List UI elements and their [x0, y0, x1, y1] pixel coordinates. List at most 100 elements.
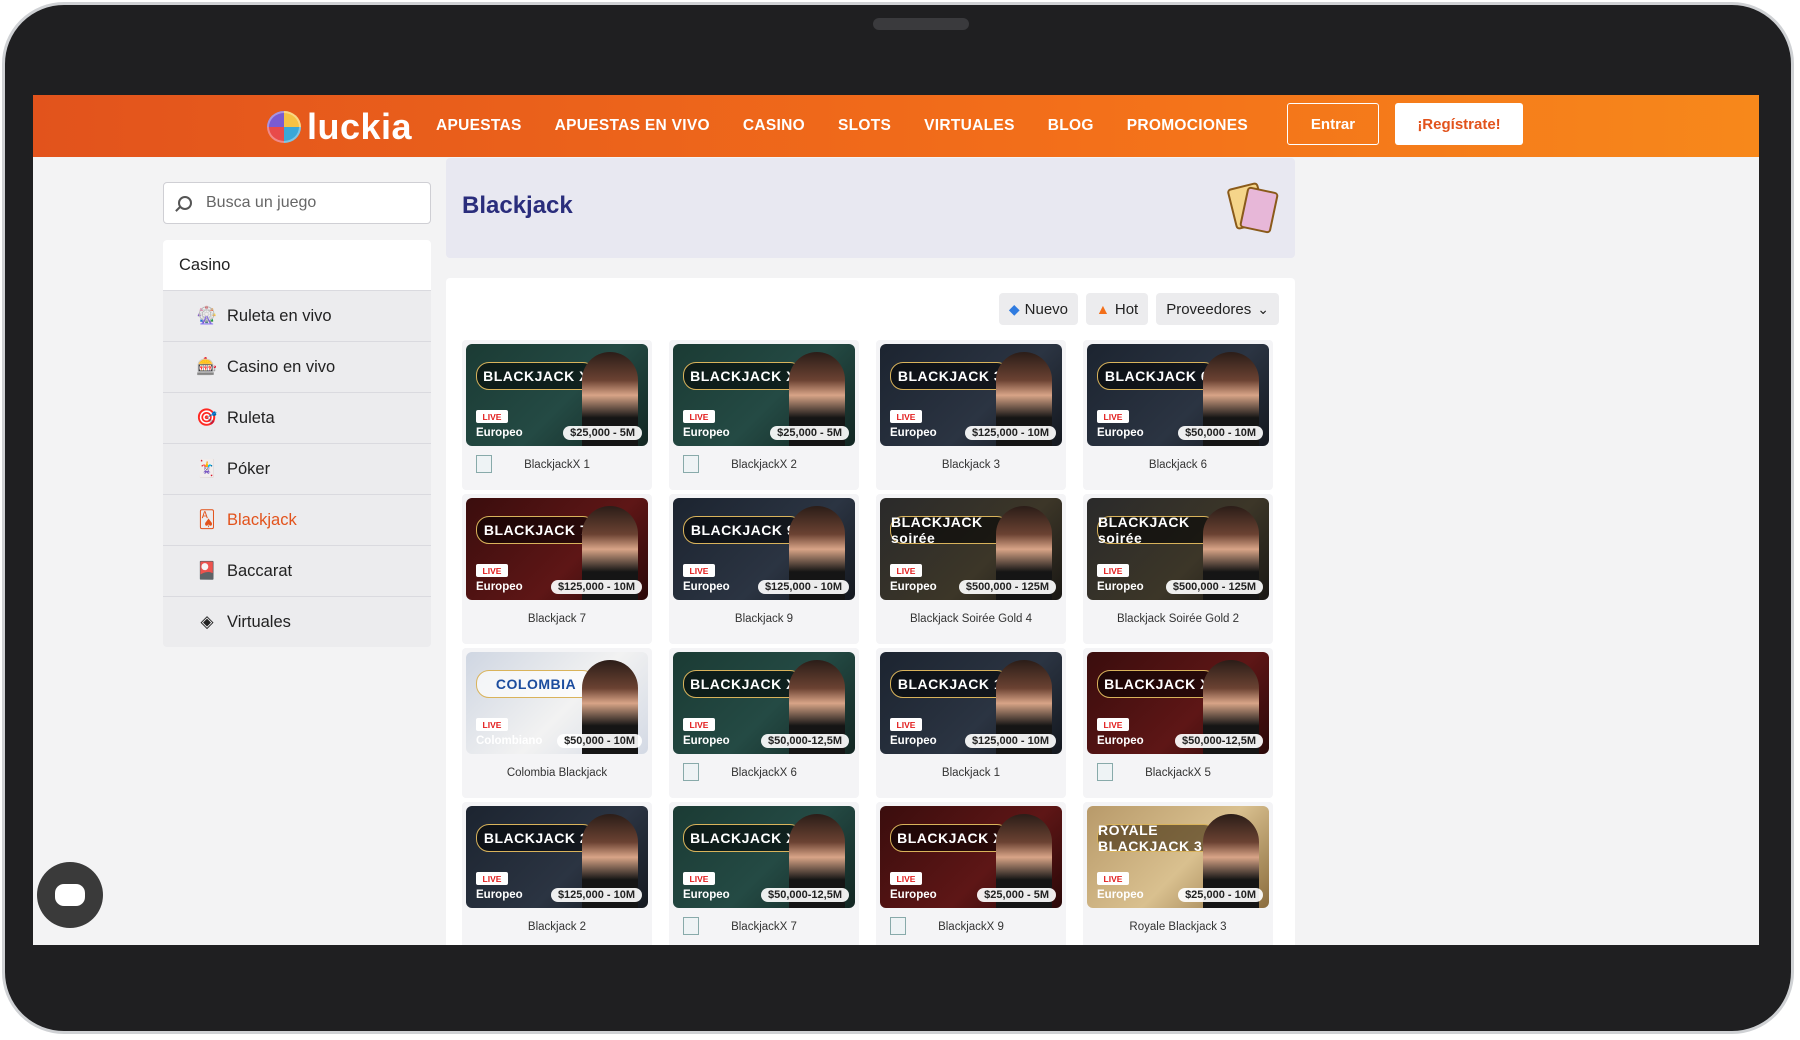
live-badge: LIVE	[890, 718, 922, 731]
game-card[interactable]: BLACKJACK X LIVE Europeo $25,000 - 5M Blackj…	[669, 340, 859, 490]
game-card[interactable]: BLACKJACK 6 LIVE Europeo $50,000 - 10M Black…	[1083, 340, 1273, 490]
game-name[interactable]: Blackjack 2	[462, 914, 652, 940]
game-thumbnail[interactable]: BLACKJACK 7 LIVE Europeo $125,000 - 10M	[466, 498, 648, 600]
game-card[interactable]: BLACKJACK X LIVE Europeo $50,000-12,5M Black…	[669, 802, 859, 945]
game-thumbnail[interactable]: BLACKJACK 6 LIVE Europeo $50,000 - 10M	[1087, 344, 1269, 446]
game-name[interactable]: Blackjack Soirée Gold 4	[876, 606, 1066, 632]
game-thumbnail[interactable]: BLACKJACK X LIVE Europeo $25,000 - 5M	[880, 806, 1062, 908]
category-banner: Blackjack	[446, 158, 1295, 258]
game-name[interactable]: Blackjack 6	[1083, 452, 1273, 478]
nav-blog[interactable]: BLOG	[1048, 117, 1094, 135]
search-input[interactable]	[204, 193, 408, 213]
live-badge: LIVE	[1097, 872, 1129, 885]
bet-range-badge: $25,000 - 5M	[563, 426, 642, 440]
filter-hot-label: Hot	[1114, 300, 1139, 318]
game-type-label: Europeo	[476, 889, 523, 901]
nav-promociones[interactable]: PROMOCIONES	[1127, 117, 1248, 135]
game-card[interactable]: BLACKJACK X LIVE Europeo $50,000-12,5M Black…	[669, 648, 859, 798]
nav-virtuales[interactable]: VIRTUALES	[924, 117, 1015, 135]
game-thumbnail[interactable]: BLACKJACK X LIVE Europeo $50,000-12,5M	[1087, 652, 1269, 754]
game-card[interactable]: BLACKJACK soirée LIVE Europeo $500,000 - 12…	[1083, 494, 1273, 644]
nav-apuestas[interactable]: APUESTAS	[436, 117, 522, 135]
bet-range-badge: $25,000 - 10M	[1178, 888, 1263, 902]
sidebar-item-label: Ruleta	[227, 408, 275, 427]
game-thumbnail[interactable]: BLACKJACK soirée LIVE Europeo $500,000 - 12…	[1087, 498, 1269, 600]
game-name[interactable]: Blackjack 1	[876, 760, 1066, 786]
sidebar-item-ruleta-en-vivo[interactable]: 🎡 Ruleta en vivo	[163, 290, 431, 341]
main-nav: APUESTAS APUESTAS EN VIVO CASINO SLOTS V…	[436, 95, 1281, 157]
filter-hot[interactable]: ▲ Hot	[1086, 293, 1149, 325]
sidebar-item-baccarat[interactable]: 🎴 Baccarat	[163, 545, 431, 596]
bet-range-badge: $500,000 - 125M	[958, 580, 1056, 594]
broken-image-icon	[890, 917, 906, 935]
casino-sidebar: Casino 🎡 Ruleta en vivo 🎰 Casino en vivo…	[163, 240, 431, 647]
game-type-label: Colombiano	[476, 735, 543, 747]
game-thumbnail-title: BLACKJACK soirée	[890, 514, 1010, 546]
filter-providers[interactable]: Proveedores ⌄	[1156, 293, 1279, 325]
game-thumbnail[interactable]: BLACKJACK X LIVE Europeo $50,000-12,5M	[673, 652, 855, 754]
sidebar-item-virtuales[interactable]: ◈ Virtuales	[163, 596, 431, 647]
sidebar-item-label: Póker	[227, 459, 271, 478]
game-thumbnail-title: BLACKJACK 7	[476, 516, 596, 544]
game-type-label: Europeo	[683, 735, 730, 747]
game-thumbnail-title: BLACKJACK soirée	[1097, 514, 1217, 546]
game-card[interactable]: BLACKJACK X LIVE Europeo $25,000 - 5M Blackj…	[876, 802, 1066, 945]
game-type-label: Europeo	[890, 889, 937, 901]
game-thumbnail[interactable]: COLOMBIA LIVE Colombiano $50,000 - 10M	[466, 652, 648, 754]
logo-text: luckia	[307, 106, 413, 147]
nav-slots[interactable]: SLOTS	[838, 117, 891, 135]
login-button[interactable]: Entrar	[1287, 103, 1379, 145]
game-thumbnail[interactable]: BLACKJACK 2 LIVE Europeo $125,000 - 10M	[466, 806, 648, 908]
game-thumbnail[interactable]: BLACKJACK soirée LIVE Europeo $500,000 - 12…	[880, 498, 1062, 600]
game-card[interactable]: COLOMBIA LIVE Colombiano $50,000 - 10M Colom…	[462, 648, 652, 798]
roulette-icon: 🎯	[196, 408, 218, 427]
filter-new[interactable]: ◆ Nuevo	[998, 293, 1078, 325]
chevron-down-icon: ⌄	[1257, 300, 1269, 317]
game-search[interactable]	[163, 182, 431, 224]
game-card[interactable]: BLACKJACK soirée LIVE Europeo $500,000 - 12…	[876, 494, 1066, 644]
game-card[interactable]: BLACKJACK X LIVE Europeo $50,000-12,5M Black…	[1083, 648, 1273, 798]
game-card[interactable]: BLACKJACK 2 LIVE Europeo $125,000 - 10M Blac…	[462, 802, 652, 945]
nav-apuestas-en-vivo[interactable]: APUESTAS EN VIVO	[555, 117, 710, 135]
register-button[interactable]: ¡Regístrate!	[1395, 103, 1523, 145]
game-type-label: Europeo	[683, 581, 730, 593]
game-thumbnail[interactable]: BLACKJACK X LIVE Europeo $25,000 - 5M	[673, 344, 855, 446]
luckia-logo[interactable]: luckia	[267, 106, 413, 147]
game-name[interactable]: Blackjack 9	[669, 606, 859, 632]
game-name[interactable]: Blackjack 3	[876, 452, 1066, 478]
game-thumbnail[interactable]: BLACKJACK X LIVE Europeo $50,000-12,5M	[673, 806, 855, 908]
game-name[interactable]: Blackjack 7	[462, 606, 652, 632]
game-card[interactable]: BLACKJACK 1 LIVE Europeo $125,000 - 10M Blac…	[876, 648, 1066, 798]
game-card[interactable]: BLACKJACK 9 LIVE Europeo $125,000 - 10M Blac…	[669, 494, 859, 644]
game-thumbnail[interactable]: BLACKJACK X LIVE Europeo $25,000 - 5M	[466, 344, 648, 446]
sidebar-heading: Casino	[163, 240, 431, 290]
game-thumbnail[interactable]: BLACKJACK 1 LIVE Europeo $125,000 - 10M	[880, 652, 1062, 754]
game-name[interactable]: Royale Blackjack 3	[1083, 914, 1273, 940]
game-thumbnail[interactable]: BLACKJACK 9 LIVE Europeo $125,000 - 10M	[673, 498, 855, 600]
game-thumbnail[interactable]: BLACKJACK 3 LIVE Europeo $125,000 - 10M	[880, 344, 1062, 446]
sidebar-item-ruleta[interactable]: 🎯 Ruleta	[163, 392, 431, 443]
device-frame: luckia APUESTAS APUESTAS EN VIVO CASINO …	[0, 0, 1800, 1040]
game-card[interactable]: BLACKJACK 3 LIVE Europeo $125,000 - 10M Blac…	[876, 340, 1066, 490]
game-card[interactable]: BLACKJACK 7 LIVE Europeo $125,000 - 10M Blac…	[462, 494, 652, 644]
game-card[interactable]: BLACKJACK X LIVE Europeo $25,000 - 5M Blackj…	[462, 340, 652, 490]
sidebar-item-casino-en-vivo[interactable]: 🎰 Casino en vivo	[163, 341, 431, 392]
sidebar-item-blackjack[interactable]: 🂡 Blackjack	[163, 494, 431, 545]
game-type-label: Europeo	[476, 427, 523, 439]
game-card[interactable]: ROYALE BLACKJACK 3 LIVE Europeo $25,000 - 1…	[1083, 802, 1273, 945]
nav-casino[interactable]: CASINO	[743, 117, 805, 135]
sidebar-item-poker[interactable]: 🃏 Póker	[163, 443, 431, 494]
live-badge: LIVE	[1097, 410, 1129, 423]
game-thumbnail[interactable]: ROYALE BLACKJACK 3 LIVE Europeo $25,000 - 1…	[1087, 806, 1269, 908]
game-type-label: Europeo	[1097, 735, 1144, 747]
game-thumbnail-title: BLACKJACK 2	[476, 824, 596, 852]
sidebar-item-label: Casino en vivo	[227, 357, 336, 376]
bet-range-badge: $125,000 - 10M	[550, 580, 642, 594]
game-name[interactable]: Blackjack Soirée Gold 2	[1083, 606, 1273, 632]
bet-range-badge: $50,000-12,5M	[1175, 734, 1263, 748]
game-name[interactable]: Colombia Blackjack	[462, 760, 652, 786]
game-thumbnail-title: BLACKJACK X	[683, 670, 803, 698]
chat-button[interactable]	[37, 862, 103, 928]
live-badge: LIVE	[683, 718, 715, 731]
bet-range-badge: $125,000 - 10M	[757, 580, 849, 594]
